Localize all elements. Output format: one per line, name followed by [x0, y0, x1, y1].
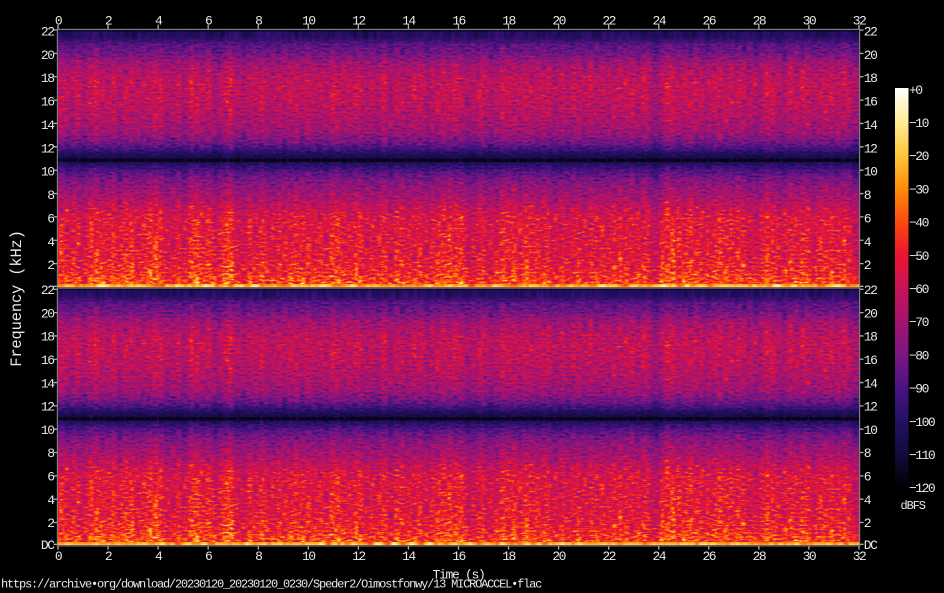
svg-text:dBFS: dBFS [901, 499, 926, 513]
svg-text:22: 22 [41, 25, 54, 40]
svg-text:20: 20 [552, 549, 565, 564]
svg-text:14: 14 [41, 376, 55, 391]
svg-text:12: 12 [352, 549, 365, 564]
svg-text:20: 20 [864, 306, 877, 321]
svg-text:−120: −120 [909, 481, 935, 496]
svg-text:22: 22 [864, 25, 877, 40]
svg-text:+0: +0 [909, 83, 922, 98]
svg-text:0: 0 [55, 549, 62, 564]
svg-text:10: 10 [41, 423, 54, 438]
svg-text:22: 22 [602, 549, 615, 564]
svg-text:https://archive•org/download/2: https://archive•org/download/20230120_20… [1, 578, 542, 592]
svg-text:10: 10 [864, 165, 877, 180]
svg-text:12: 12 [864, 400, 877, 415]
svg-text:20: 20 [41, 48, 54, 63]
svg-text:2: 2 [864, 258, 871, 273]
svg-text:−30: −30 [909, 182, 929, 197]
svg-text:14: 14 [402, 549, 416, 564]
svg-text:6: 6 [864, 211, 871, 226]
svg-text:16: 16 [864, 353, 877, 368]
svg-text:12: 12 [41, 141, 54, 156]
svg-text:18: 18 [41, 71, 54, 86]
svg-text:12: 12 [864, 141, 877, 156]
svg-text:14: 14 [402, 13, 416, 28]
svg-text:2: 2 [864, 516, 871, 531]
svg-text:−70: −70 [909, 315, 929, 330]
svg-text:DC: DC [864, 538, 878, 553]
svg-text:−80: −80 [909, 348, 929, 363]
svg-text:−100: −100 [909, 415, 935, 430]
svg-text:18: 18 [864, 71, 877, 86]
svg-text:18: 18 [502, 549, 515, 564]
svg-text:16: 16 [41, 95, 54, 110]
svg-text:28: 28 [753, 549, 766, 564]
svg-text:−110: −110 [909, 448, 935, 463]
svg-text:−40: −40 [909, 216, 929, 231]
svg-text:6: 6 [864, 470, 871, 485]
svg-text:18: 18 [41, 330, 54, 345]
svg-text:26: 26 [703, 549, 716, 564]
svg-text:10: 10 [41, 165, 54, 180]
svg-text:22: 22 [41, 283, 54, 298]
svg-text:14: 14 [41, 118, 55, 133]
svg-text:30: 30 [803, 549, 816, 564]
svg-text:18: 18 [864, 330, 877, 345]
svg-text:16: 16 [452, 549, 465, 564]
svg-text:−60: −60 [909, 282, 929, 297]
svg-text:2: 2 [47, 516, 54, 531]
svg-text:8: 8 [255, 549, 262, 564]
svg-text:8: 8 [864, 446, 871, 461]
svg-text:22: 22 [864, 283, 877, 298]
svg-text:20: 20 [41, 306, 54, 321]
svg-text:14: 14 [864, 376, 878, 391]
svg-text:10: 10 [302, 549, 315, 564]
svg-text:6: 6 [205, 549, 212, 564]
svg-text:Frequency (kHz): Frequency (kHz) [8, 230, 26, 367]
svg-text:2: 2 [105, 549, 112, 564]
svg-text:12: 12 [41, 400, 54, 415]
svg-text:6: 6 [47, 470, 54, 485]
svg-text:8: 8 [47, 188, 54, 203]
svg-text:8: 8 [47, 446, 54, 461]
svg-text:2: 2 [47, 258, 54, 273]
svg-text:−10: −10 [909, 116, 929, 131]
svg-text:DC: DC [41, 538, 55, 553]
svg-text:14: 14 [864, 118, 878, 133]
svg-text:8: 8 [864, 188, 871, 203]
svg-text:6: 6 [47, 211, 54, 226]
svg-text:20: 20 [864, 48, 877, 63]
svg-text:16: 16 [41, 353, 54, 368]
svg-text:−20: −20 [909, 149, 929, 164]
svg-text:24: 24 [652, 13, 666, 28]
svg-text:24: 24 [652, 549, 666, 564]
svg-text:16: 16 [864, 95, 877, 110]
svg-text:10: 10 [864, 423, 877, 438]
svg-text:−90: −90 [909, 382, 929, 397]
svg-text:−50: −50 [909, 249, 929, 264]
